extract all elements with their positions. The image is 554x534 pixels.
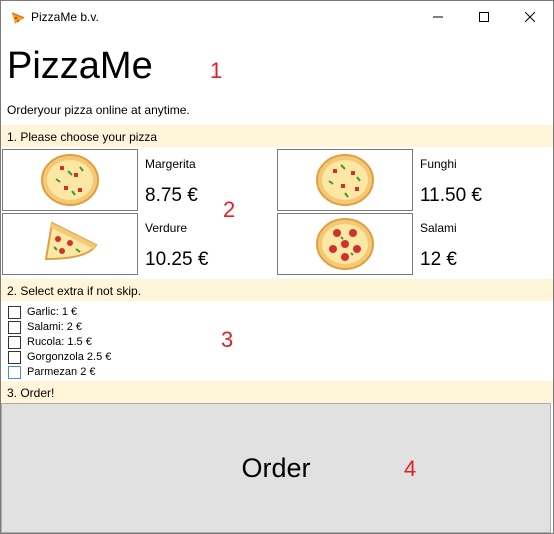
extra-label: Parmezan 2 € [27, 366, 96, 378]
pizza-option-verdure[interactable] [2, 213, 138, 275]
annotation-marker: 2 [223, 197, 236, 222]
window-title: PizzaMe b.v. [31, 10, 99, 24]
pizza-option-margerita[interactable] [2, 149, 138, 211]
maximize-button[interactable] [461, 1, 507, 33]
pizza-name-verdure: Verdure [145, 221, 188, 235]
close-button[interactable] [507, 1, 553, 33]
annotation-marker: 3 [221, 327, 234, 352]
annotation-marker: 4 [404, 456, 417, 481]
extra-label: Salami: 2 € [27, 321, 83, 333]
app-window: PizzaMe b.v. PizzaMe Orderyour pizza onl… [0, 0, 554, 534]
whole-pizza-icon [41, 154, 99, 206]
extra-rucola-checkbox[interactable]: Rucola: 1.5 € [8, 335, 92, 349]
order-button-label: Order [241, 452, 311, 483]
salami-pizza-icon [316, 218, 374, 270]
pizza-option-funghi[interactable] [277, 149, 413, 211]
close-icon [525, 12, 535, 22]
minimize-icon [433, 16, 443, 18]
order-section-header: 3. Order! [1, 381, 553, 403]
pizza-price-salami: 12 € [420, 249, 457, 270]
extra-label: Rucola: 1.5 € [27, 336, 92, 348]
checkbox-box[interactable] [8, 350, 21, 364]
app-title: PizzaMe [7, 45, 153, 87]
maximize-icon [479, 12, 489, 22]
extra-gorgonzola-checkbox[interactable]: Gorgonzola 2.5 € [8, 350, 111, 364]
section-label: 3. Order! [7, 386, 55, 400]
extra-label: Garlic: 1 € [27, 306, 78, 318]
extra-label: Gorgonzola 2.5 € [27, 351, 112, 363]
checkbox-box[interactable] [8, 365, 21, 379]
order-button[interactable]: Order [1, 403, 551, 533]
pizza-price-funghi: 11.50 € [420, 185, 482, 206]
checkbox-box[interactable] [8, 320, 21, 334]
whole-pizza-icon [316, 154, 374, 206]
extras-section-header: 2. Select extra if not skip. [1, 279, 553, 301]
pizza-option-salami[interactable] [277, 213, 413, 275]
pizza-price-verdure: 10.25 € [145, 249, 209, 270]
checkbox-box[interactable] [8, 335, 21, 349]
extra-salami-checkbox[interactable]: Salami: 2 € [8, 320, 82, 334]
pizza-slice-icon [44, 221, 98, 261]
pizza-app-icon [11, 11, 25, 25]
title-bar[interactable]: PizzaMe b.v. [1, 1, 553, 33]
section-label: 2. Select extra if not skip. [7, 284, 142, 298]
pizza-price-margerita: 8.75 € [145, 185, 198, 206]
tagline: Orderyour pizza online at anytime. [7, 103, 190, 117]
annotation-marker: 1 [210, 58, 223, 83]
checkbox-box[interactable] [8, 305, 21, 319]
pizza-name-funghi: Funghi [420, 157, 457, 171]
pizza-name-margerita: Margerita [145, 157, 196, 171]
pizza-name-salami: Salami [420, 221, 457, 235]
extras-list: Garlic: 1 € Salami: 2 € Rucola: 1.5 € Go… [1, 301, 553, 379]
choose-pizza-section-header: 1. Please choose your pizza [1, 125, 553, 147]
minimize-button[interactable] [415, 1, 461, 33]
extra-parmezan-checkbox[interactable]: Parmezan 2 € [8, 365, 95, 379]
extra-garlic-checkbox[interactable]: Garlic: 1 € [8, 305, 77, 319]
section-label: 1. Please choose your pizza [7, 130, 158, 144]
